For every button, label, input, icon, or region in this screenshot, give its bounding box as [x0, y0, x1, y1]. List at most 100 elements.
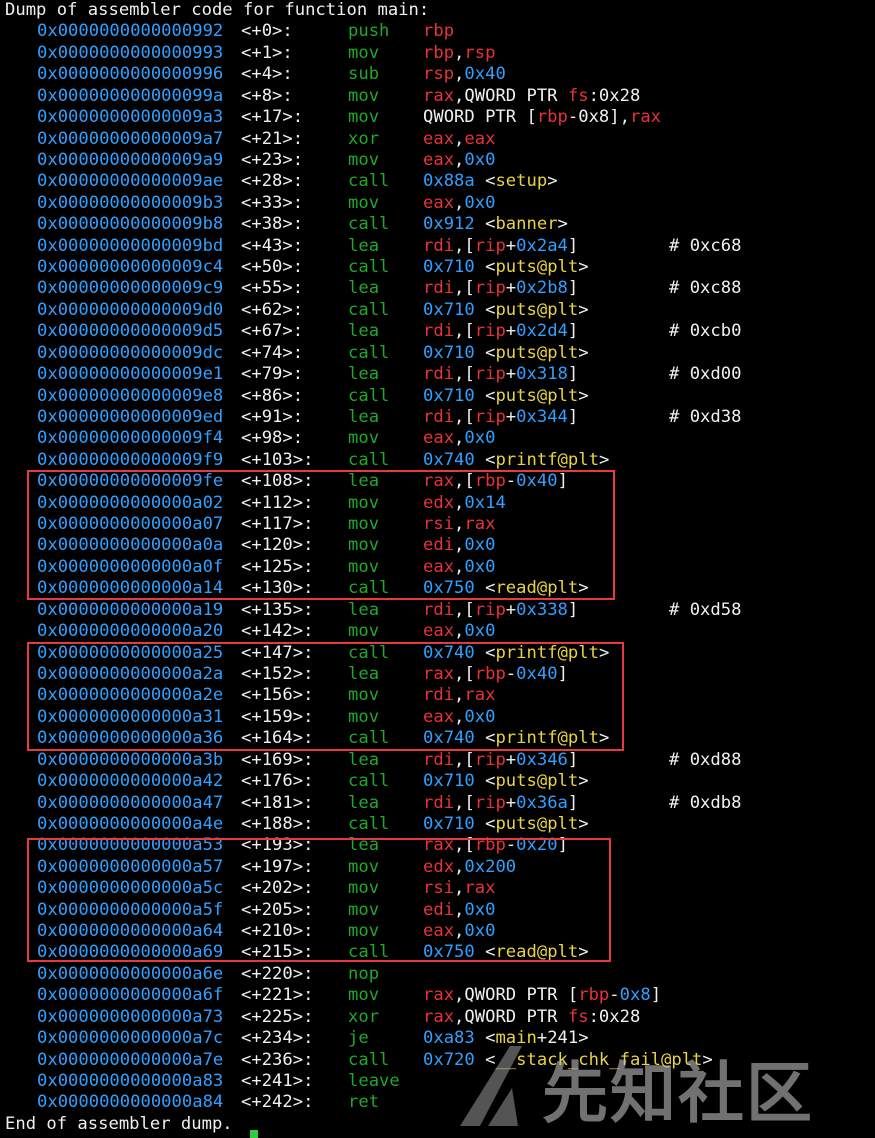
- instruction-row: 0x0000000000000a64 <+210>: mov eax,0x0: [0, 921, 875, 942]
- instruction-offset: <+159>:: [241, 706, 314, 727]
- operand-token: <: [474, 342, 496, 363]
- operand-token: +: [505, 235, 517, 256]
- instruction-mnemonic: call: [348, 299, 390, 320]
- instruction-offset: <+125>:: [241, 556, 314, 577]
- instruction-address: 0x0000000000000a2e: [37, 685, 224, 706]
- instruction-row: 0x00000000000009dc <+74>: call 0x710 <puts@…: [0, 343, 875, 364]
- instruction-offset: <+130>:: [241, 578, 314, 599]
- instruction-address: 0x00000000000009ed: [37, 406, 224, 427]
- operand-token: 0x912: [423, 214, 475, 235]
- instruction-address: 0x00000000000009a3: [37, 107, 224, 128]
- instruction-operands: edi,0x0: [423, 900, 495, 921]
- instruction-operands: rsi,rax: [423, 878, 495, 899]
- instruction-offset: <+4>:: [241, 64, 293, 85]
- instruction-mnemonic: call: [348, 342, 390, 363]
- instruction-mnemonic: mov: [348, 492, 380, 513]
- instruction-address: 0x00000000000009c4: [37, 257, 224, 278]
- operand-token: rax: [464, 514, 496, 535]
- operand-token: ,: [454, 685, 465, 706]
- instruction-operands: eax,0x0: [423, 557, 495, 578]
- instruction-offset: <+193>:: [241, 835, 314, 856]
- operand-token: 0x0: [464, 706, 496, 727]
- instruction-row: 0x0000000000000a07 <+117>: mov rsi,rax: [0, 514, 875, 535]
- instruction-offset: <+1>:: [241, 42, 293, 63]
- operand-token: ,[: [454, 599, 475, 620]
- instruction-offset: <+210>:: [241, 921, 314, 942]
- operand-token: 0x40: [516, 471, 558, 492]
- instruction-row: 0x00000000000009c9 <+55>: lea rdi,[rip+0x2b…: [0, 278, 875, 299]
- instruction-row: 0x0000000000000a0a <+120>: mov edi,0x0: [0, 535, 875, 556]
- operand-token: <: [474, 214, 496, 235]
- operand-token: 0x0: [464, 556, 496, 577]
- operand-token: ,: [454, 428, 465, 449]
- operand-token: rbp: [423, 42, 455, 63]
- instruction-operands: QWORD PTR [rbp-0x8],rax: [423, 107, 661, 128]
- instruction-comment: # 0xc88: [669, 278, 742, 299]
- instruction-mnemonic: lea: [348, 406, 380, 427]
- watermark-text: 先知社区: [542, 1055, 814, 1132]
- instruction-address: 0x00000000000009e8: [37, 385, 224, 406]
- instruction-mnemonic: mov: [348, 621, 380, 642]
- operand-token: -: [505, 835, 517, 856]
- instruction-mnemonic: call: [348, 1049, 390, 1070]
- operand-token: -: [505, 471, 517, 492]
- operand-token: 0x0: [464, 535, 496, 556]
- operand-token: >: [578, 299, 589, 320]
- operand-token: read@plt: [495, 578, 579, 599]
- operand-token: eax: [423, 192, 455, 213]
- instruction-offset: <+91>:: [241, 406, 304, 427]
- operand-token: rdi: [423, 364, 455, 385]
- instruction-mnemonic: lea: [348, 321, 380, 342]
- operand-token: rip: [474, 792, 506, 813]
- operand-token: edi: [423, 899, 455, 920]
- operand-token: eax: [423, 149, 455, 170]
- instruction-offset: <+67>:: [241, 321, 304, 342]
- instruction-offset: <+135>:: [241, 599, 314, 620]
- operand-token: 0x346: [516, 749, 568, 770]
- instruction-operands: edx,0x200: [423, 857, 516, 878]
- instruction-mnemonic: mov: [348, 514, 380, 535]
- instruction-mnemonic: je: [348, 1028, 369, 1049]
- instruction-mnemonic: lea: [348, 364, 380, 385]
- instruction-offset: <+225>:: [241, 1006, 314, 1027]
- instruction-offset: <+62>:: [241, 299, 304, 320]
- operand-token: rax: [423, 835, 455, 856]
- instruction-mnemonic: call: [348, 449, 390, 470]
- operand-token: +: [505, 278, 517, 299]
- operand-token: 0x0: [464, 899, 496, 920]
- instruction-row: 0x00000000000009ae <+28>: call 0x88a <setup…: [0, 171, 875, 192]
- operand-token: -: [505, 664, 517, 684]
- operand-token: puts@plt: [495, 342, 579, 363]
- instruction-offset: <+147>:: [241, 642, 314, 663]
- operand-token: 0x2b8: [516, 278, 568, 299]
- operand-token: rdi: [423, 406, 455, 427]
- operand-token: QWORD PTR [: [423, 107, 537, 128]
- operand-token: 0x8: [619, 985, 651, 1006]
- instruction-comment: # 0xd38: [669, 406, 742, 427]
- operand-token: puts@plt: [495, 257, 579, 278]
- instruction-offset: <+169>:: [241, 749, 314, 770]
- operand-token: eax: [423, 428, 455, 449]
- instruction-address: 0x0000000000000a20: [37, 621, 224, 642]
- operand-token: eax: [464, 128, 496, 149]
- instruction-mnemonic: mov: [348, 685, 380, 706]
- operand-token: >: [578, 771, 589, 792]
- operand-token: rbp: [474, 664, 506, 684]
- instruction-offset: <+8>:: [241, 85, 293, 106]
- instruction-mnemonic: lea: [348, 471, 380, 492]
- instruction-mnemonic: mov: [348, 535, 380, 556]
- operand-token: rsp: [464, 42, 496, 63]
- instruction-mnemonic: call: [348, 578, 390, 599]
- operand-token: <: [474, 728, 496, 749]
- operand-token: rip: [474, 364, 506, 385]
- operand-token: ,[: [454, 321, 475, 342]
- instruction-row: 0x0000000000000a2a <+152>: lea rax,[rbp-0x4…: [0, 664, 875, 685]
- operand-token: eax: [423, 921, 455, 942]
- instruction-address: 0x00000000000009b8: [37, 214, 224, 235]
- operand-token: 0x2a4: [516, 235, 568, 256]
- instruction-operands: 0x912 <banner>: [423, 214, 568, 235]
- instruction-mnemonic: call: [348, 257, 390, 278]
- instruction-operands: rdi,[rip+0x36a]: [423, 793, 578, 814]
- operand-token: >: [578, 342, 589, 363]
- operand-token: rdi: [423, 749, 455, 770]
